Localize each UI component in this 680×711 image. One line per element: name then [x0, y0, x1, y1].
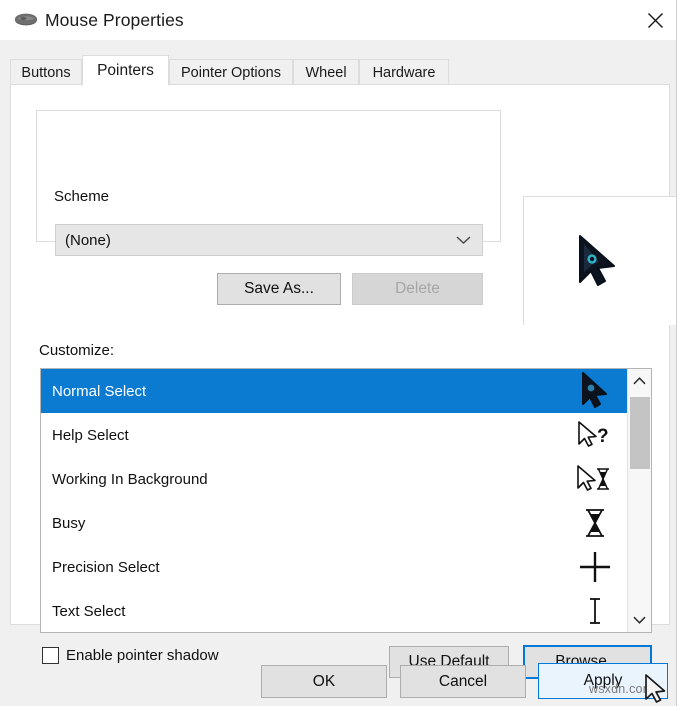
apply-label: Apply: [583, 672, 623, 689]
close-button[interactable]: [630, 0, 680, 40]
customize-list: Normal Select Help Select ? Working In B…: [41, 369, 629, 632]
arrow-hourglass-cursor-icon: [565, 463, 625, 495]
tab-pointers-label: Pointers: [97, 61, 154, 79]
chevron-down-icon: [456, 236, 471, 245]
title-bar: Mouse Properties: [0, 0, 680, 40]
crosshair-cursor-icon: [565, 550, 625, 584]
cursor-preview-box: [523, 196, 680, 325]
tab-buttons-label: Buttons: [21, 64, 71, 81]
scrollbar-thumb[interactable]: [630, 397, 650, 469]
list-item[interactable]: Help Select ?: [41, 413, 629, 457]
scheme-groupbox: [36, 110, 501, 242]
arrow-cursor-icon: [565, 371, 625, 411]
save-as-button[interactable]: Save As...: [217, 273, 341, 305]
svg-text:?: ?: [597, 426, 609, 447]
list-item-label: Working In Background: [52, 470, 208, 488]
ibeam-cursor-icon: [565, 595, 625, 627]
ok-label: OK: [312, 672, 336, 690]
tab-pointers[interactable]: Pointers: [82, 55, 169, 86]
tab-pointer-options[interactable]: Pointer Options: [169, 59, 293, 85]
ok-button[interactable]: OK: [261, 665, 387, 698]
mouse-properties-dialog: Mouse Properties Buttons Pointers Pointe…: [0, 0, 680, 706]
delete-button: Delete: [352, 273, 483, 305]
list-item-label: Precision Select: [52, 558, 160, 576]
tab-buttons[interactable]: Buttons: [10, 59, 82, 85]
tab-strip: Buttons Pointers Pointer Options Wheel H…: [10, 55, 670, 86]
window-title: Mouse Properties: [45, 9, 184, 30]
apply-button[interactable]: Apply: [538, 663, 668, 699]
pointers-tab-panel: Scheme (None) Save As... Delete Customiz…: [10, 84, 680, 679]
arrow-question-cursor-icon: ?: [565, 419, 625, 451]
scheme-selected-value: (None): [65, 231, 111, 249]
enable-pointer-shadow-row[interactable]: Enable pointer shadow: [42, 647, 219, 664]
cancel-button[interactable]: Cancel: [400, 665, 526, 698]
tab-wheel-label: Wheel: [305, 64, 347, 81]
list-item[interactable]: Working In Background: [41, 457, 629, 501]
tab-pointer-options-label: Pointer Options: [181, 64, 281, 81]
list-item[interactable]: Precision Select: [41, 545, 629, 589]
list-item[interactable]: Normal Select: [41, 369, 629, 413]
mouse-icon: [13, 10, 39, 30]
enable-pointer-shadow-checkbox[interactable]: [42, 647, 59, 664]
tab-hardware[interactable]: Hardware: [359, 59, 449, 85]
chevron-up-icon[interactable]: [628, 369, 651, 393]
enable-pointer-shadow-label: Enable pointer shadow: [66, 647, 219, 664]
scheme-legend: Scheme: [49, 188, 115, 205]
scheme-dropdown[interactable]: (None): [55, 224, 483, 256]
list-item-label: Help Select: [52, 426, 129, 444]
list-item[interactable]: Busy: [41, 501, 629, 545]
list-item-label: Normal Select: [52, 382, 147, 400]
delete-label: Delete: [395, 280, 440, 297]
list-item-label: Text Select: [52, 602, 126, 620]
list-item[interactable]: Text Select: [41, 589, 629, 632]
window-right-edge: [676, 0, 680, 706]
normal-select-cursor-preview-icon: [572, 232, 624, 294]
tab-wheel[interactable]: Wheel: [293, 59, 359, 85]
customize-listbox[interactable]: Normal Select Help Select ? Working In B…: [40, 368, 652, 633]
chevron-down-icon[interactable]: [628, 608, 651, 632]
hourglass-cursor-icon: [565, 507, 625, 539]
cancel-label: Cancel: [438, 672, 488, 690]
save-as-label: Save As...: [244, 280, 314, 297]
tab-hardware-label: Hardware: [372, 64, 436, 81]
listbox-scrollbar[interactable]: [627, 369, 651, 632]
list-item-label: Busy: [52, 514, 86, 532]
customize-label: Customize:: [39, 342, 115, 359]
